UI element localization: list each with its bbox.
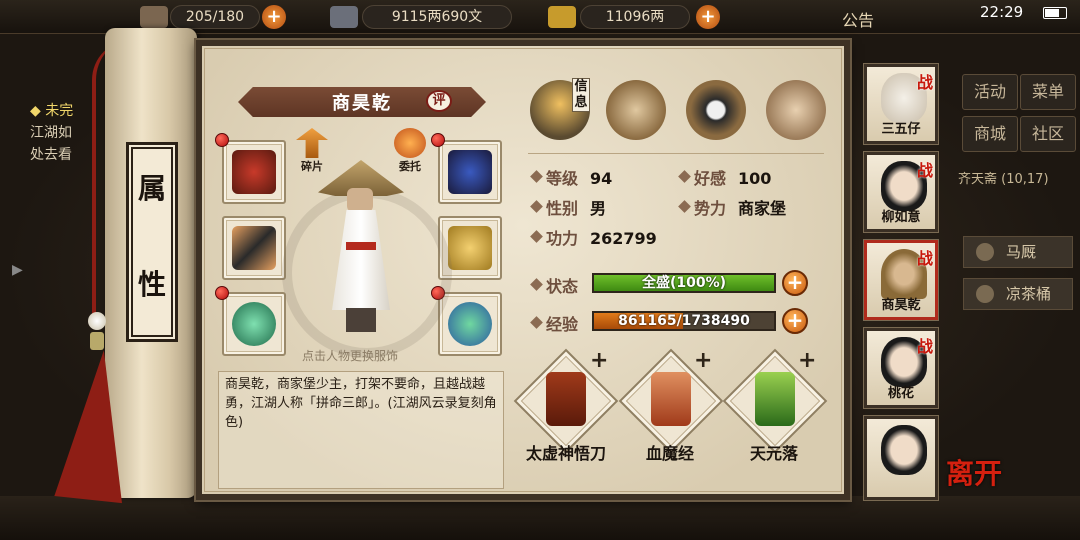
meridian-tab[interactable] — [766, 80, 826, 140]
faction-row: 势力 商家堡 — [694, 199, 787, 218]
entrust-icon[interactable] — [394, 128, 426, 158]
figure-legs — [346, 308, 376, 332]
skill-name-1: 太虚神悟刀 — [525, 444, 606, 463]
battle-tag: 战 — [916, 73, 933, 92]
info-tab-label: 信息 — [572, 78, 590, 112]
figure-head — [347, 188, 373, 212]
community-button[interactable]: 社区 — [1020, 116, 1076, 152]
attribute-tab[interactable]: 属 性 — [126, 142, 178, 342]
notice-button[interactable]: 公告 — [842, 7, 874, 31]
location-item-teabucket[interactable]: 凉茶桶 — [963, 278, 1073, 310]
clock: 22:29 — [980, 3, 1024, 21]
jade-scroll-icon — [755, 372, 795, 426]
bag-icon — [140, 6, 168, 28]
exp-label: 经验 — [546, 315, 579, 334]
divider — [528, 153, 824, 154]
team-card-name: 三五仔 — [881, 122, 921, 137]
scroll-icon — [651, 372, 691, 426]
equip-slot-accessory[interactable] — [438, 292, 502, 356]
jade-ring-icon — [232, 302, 276, 346]
bottom-nav-bar — [0, 496, 1080, 540]
team-card-4[interactable]: 战 桃花 — [864, 328, 938, 408]
state-add-button[interactable]: + — [782, 270, 808, 296]
skill-name-2: 血魔经 — [645, 444, 694, 463]
equip-slot-hidden-weapon[interactable] — [222, 216, 286, 280]
state-bar: 全盛(100%) — [592, 273, 776, 293]
gold-add-button[interactable]: + — [696, 5, 720, 29]
figure-robe — [332, 210, 390, 310]
map-scroll-tab[interactable] — [606, 80, 666, 140]
silver-amount: 9115两690文 — [362, 5, 512, 29]
figure-sash — [346, 242, 376, 250]
gender-row: 性别男 — [546, 199, 607, 218]
tassel-bead — [88, 312, 106, 330]
skill-name-3: 天元落 — [749, 444, 798, 463]
state-value: 全盛(100%) — [641, 275, 727, 291]
gauntlet-icon — [232, 150, 276, 194]
gold-amount: 11096两 — [580, 5, 690, 29]
female-avatar — [881, 425, 927, 475]
bag-add-button[interactable]: + — [262, 5, 286, 29]
power-row: 功力 262799 — [546, 229, 657, 248]
team-card-name: 商昊乾 — [881, 298, 921, 313]
expand-arrow-icon[interactable]: ▶ — [12, 262, 23, 278]
equip-slot-ring[interactable] — [222, 292, 286, 356]
state-label: 状态 — [546, 277, 579, 296]
leave-button[interactable]: 离开 — [946, 452, 1002, 492]
team-card-2[interactable]: 战 柳如意 — [864, 152, 938, 232]
skill-2-add-icon[interactable]: + — [694, 348, 712, 373]
location-item-stable[interactable]: 马厩 — [963, 236, 1073, 268]
exp-value: 861165/1738490 — [618, 313, 750, 329]
attribute-tab-char-2: 性 — [137, 268, 166, 301]
scroll-book-icon — [546, 372, 586, 426]
red-dot-indicator — [431, 133, 445, 147]
equip-slot-weapon-left[interactable] — [222, 140, 286, 204]
battle-tag: 战 — [916, 249, 933, 268]
jade-pendant-icon — [448, 302, 492, 346]
tassel-knot — [90, 332, 104, 350]
quest-title: 未完 — [45, 103, 74, 119]
location-label: 齐天斋 (10,17) — [958, 172, 1049, 187]
attribute-tab-char-1: 属 — [137, 172, 166, 205]
level-row: 等级 94 — [546, 169, 613, 188]
bag-count: 205/180 — [170, 5, 260, 29]
skill-1-add-icon[interactable]: + — [590, 348, 608, 373]
gold-icon — [548, 6, 576, 28]
team-card-name: 桃花 — [887, 386, 914, 401]
golden-armor-icon — [448, 226, 492, 270]
equip-slot-hat[interactable] — [438, 140, 502, 204]
favor-row: 好感 100 — [694, 169, 772, 188]
shop-button[interactable]: 商城 — [962, 116, 1018, 152]
activity-button[interactable]: 活动 — [962, 74, 1018, 110]
battle-tag: 战 — [916, 337, 933, 356]
team-card-name: 柳如意 — [881, 210, 921, 225]
battle-tag: 战 — [916, 161, 933, 180]
menu-button[interactable]: 菜单 — [1020, 74, 1076, 110]
battery-icon — [1043, 7, 1067, 19]
throwing-knife-icon — [232, 226, 276, 270]
quest-title-icon: ◆ — [30, 103, 46, 119]
exp-bar: 861165/1738490 — [592, 311, 776, 331]
red-dot-indicator — [215, 133, 229, 147]
character-figure[interactable] — [300, 158, 420, 348]
skill-3-add-icon[interactable]: + — [798, 348, 816, 373]
team-card-3-selected[interactable]: 战 商昊乾 — [864, 240, 938, 320]
exp-add-button[interactable]: + — [782, 308, 808, 334]
character-description: 商昊乾，商家堡少主，打架不要命，且越战越勇，江湖人称「拼命三郎」。(江湖风云录复… — [218, 371, 504, 489]
team-card-5[interactable] — [864, 416, 938, 500]
helmet-icon — [448, 150, 492, 194]
silver-icon — [330, 6, 358, 28]
outfit-hint: 点击人物更换服饰 — [302, 349, 399, 363]
team-card-1[interactable]: 战 三五仔 — [864, 64, 938, 144]
red-dot-indicator — [215, 286, 229, 300]
bagua-tab[interactable] — [686, 80, 746, 140]
rate-button[interactable]: 评 — [426, 90, 452, 112]
